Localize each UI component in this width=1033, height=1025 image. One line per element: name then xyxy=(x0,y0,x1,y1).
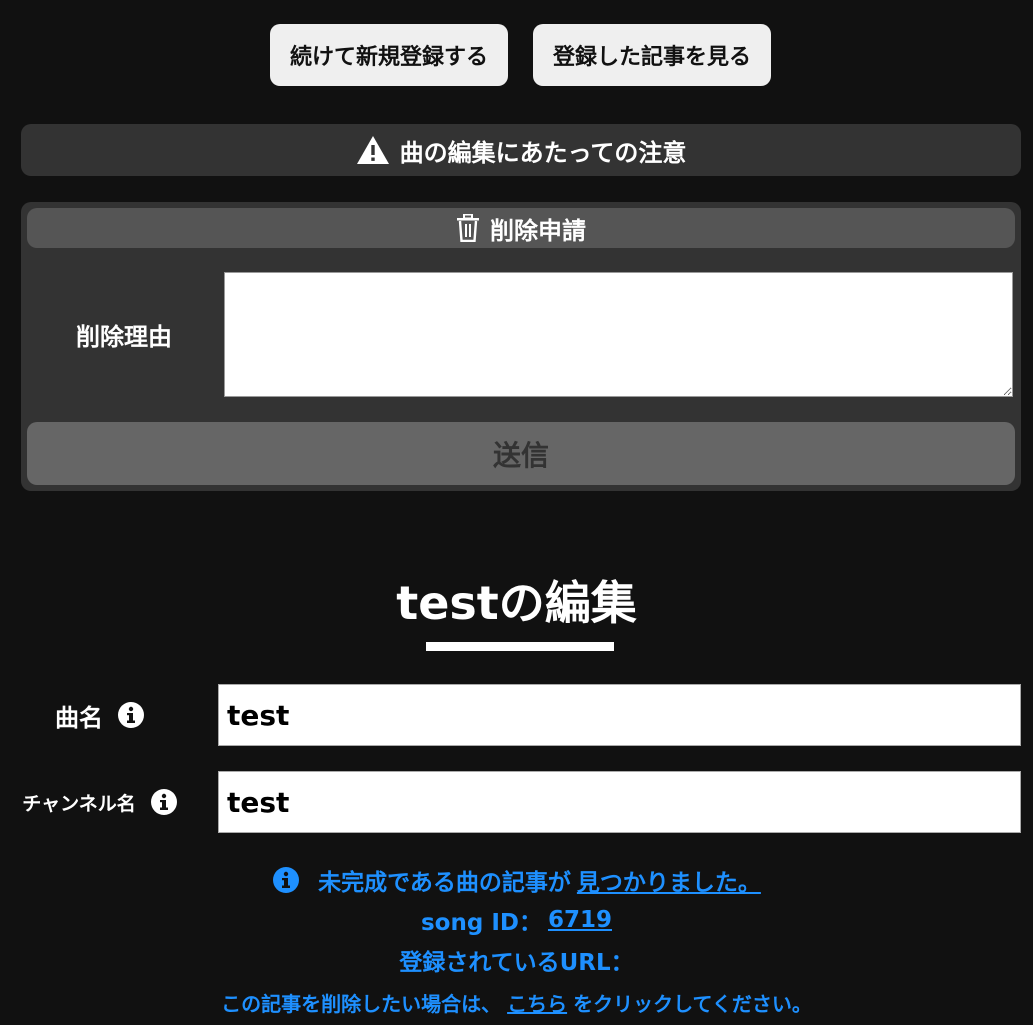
song-id-line: song ID： 6719 xyxy=(0,902,1033,938)
edit-notice-label: 曲の編集にあたっての注意 xyxy=(399,138,687,167)
delete-reason-input[interactable] xyxy=(224,272,1013,397)
delete-reason-label: 削除理由 xyxy=(76,323,172,351)
song-name-input[interactable] xyxy=(218,684,1021,746)
registered-url-line: 登録されているURL： xyxy=(0,942,1033,978)
delete-request-panel: 削除申請 削除理由 送信 xyxy=(21,202,1021,491)
song-name-label: 曲名 xyxy=(0,684,200,746)
channel-name-label: チャンネル名 xyxy=(0,771,200,833)
delete-message-suffix: をクリックしてください。 xyxy=(573,991,812,1016)
view-registered-article-button[interactable]: 登録した記事を見る xyxy=(533,24,771,86)
submit-button[interactable]: 送信 xyxy=(27,422,1015,485)
found-article-message: 未完成である曲の記事が 見つかりました。 xyxy=(0,862,1033,898)
title-underline xyxy=(426,642,614,651)
song-name-label-text: 曲名 xyxy=(55,703,103,732)
delete-request-title: 削除申請 xyxy=(490,216,586,245)
found-article-link[interactable]: 見つかりました。 xyxy=(577,863,761,897)
registered-url-label: 登録されているURL： xyxy=(399,950,634,976)
song-id-label: song ID： xyxy=(420,910,542,936)
edit-notice-toggle[interactable]: 曲の編集にあたっての注意 xyxy=(21,124,1021,176)
info-icon xyxy=(273,867,300,893)
delete-message-prefix: この記事を削除したい場合は、 xyxy=(221,991,502,1016)
info-icon[interactable] xyxy=(117,701,145,729)
info-icon[interactable] xyxy=(150,788,178,816)
found-message-text: 未完成である曲の記事が xyxy=(318,870,571,896)
song-id-link[interactable]: 6719 xyxy=(548,907,612,933)
continue-register-button[interactable]: 続けて新規登録する xyxy=(270,24,508,86)
channel-name-label-text: チャンネル名 xyxy=(22,792,136,815)
delete-article-message: この記事を削除したい場合は、 こちら をクリックしてください。 xyxy=(0,984,1033,1020)
trash-icon xyxy=(457,214,479,242)
page-title: testの編集 xyxy=(396,576,637,630)
warning-icon xyxy=(356,136,389,164)
delete-request-header: 削除申請 xyxy=(27,208,1015,248)
delete-article-link[interactable]: こちら xyxy=(507,988,567,1017)
channel-name-input[interactable] xyxy=(218,771,1021,833)
